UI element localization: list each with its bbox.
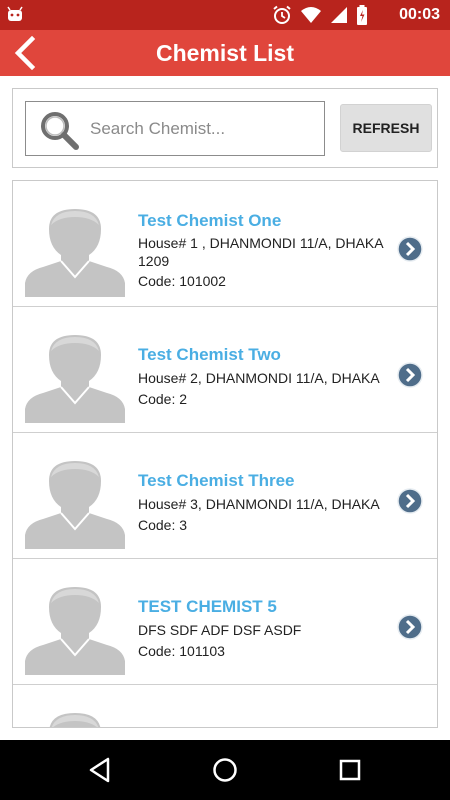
navigation-bar: [0, 740, 450, 800]
chemist-code: Code: 2: [138, 391, 188, 407]
chevron-right-circle-icon[interactable]: [397, 362, 423, 388]
avatar-icon: [25, 461, 125, 549]
list-item[interactable]: [13, 685, 437, 727]
back-triangle-icon[interactable]: [88, 757, 112, 783]
chevron-right-circle-icon[interactable]: [397, 614, 423, 640]
android-icon: [7, 6, 23, 21]
chemist-name: Test Chemist Three: [138, 471, 295, 490]
chemist-address: DFS SDF ADF DSF ASDF: [138, 622, 302, 638]
search-card: REFRESH: [12, 88, 438, 168]
chemist-code: Code: 101103: [138, 643, 225, 659]
search-box[interactable]: [25, 101, 325, 156]
chemist-address: House# 2, DHANMONDI 11/A, DHAKA: [138, 370, 380, 386]
app-bar: Chemist List: [0, 30, 450, 76]
chemist-name: Test Chemist Two: [138, 345, 281, 364]
avatar-icon: [49, 713, 101, 727]
recents-square-icon[interactable]: [338, 757, 362, 783]
chemist-name: Test Chemist One: [138, 211, 282, 230]
signal-icon: [331, 7, 347, 23]
list-item[interactable]: Test Chemist One House# 1 , DHANMONDI 11…: [13, 181, 437, 307]
list-item[interactable]: TEST CHEMIST 5 DFS SDF ADF DSF ASDF Code…: [13, 559, 437, 685]
chevron-right-circle-icon[interactable]: [397, 236, 423, 262]
home-circle-icon[interactable]: [212, 757, 238, 783]
list-item[interactable]: Test Chemist Three House# 3, DHANMONDI 1…: [13, 433, 437, 559]
chemist-address: House# 1 , DHANMONDI 11/A, DHAKA 1209: [138, 235, 383, 269]
wifi-icon: [301, 7, 321, 23]
chevron-right-circle-icon[interactable]: [397, 488, 423, 514]
search-icon: [41, 112, 79, 150]
chemist-code: Code: 3: [138, 517, 188, 533]
chemist-list: Test Chemist One House# 1 , DHANMONDI 11…: [12, 180, 438, 728]
status-time: 00:03: [399, 6, 440, 23]
page-title: Chemist List: [155, 40, 295, 66]
chemist-address: House# 3, DHANMONDI 11/A, DHAKA: [138, 496, 380, 512]
refresh-button[interactable]: REFRESH: [340, 104, 432, 152]
avatar-icon: [25, 587, 125, 675]
chemist-name: TEST CHEMIST 5: [138, 597, 277, 616]
avatar-icon: [25, 209, 125, 297]
status-bar: 00:03: [0, 0, 450, 30]
battery-icon: [357, 5, 367, 25]
chemist-code: Code: 101002: [138, 273, 226, 289]
list-item[interactable]: Test Chemist Two House# 2, DHANMONDI 11/…: [13, 307, 437, 433]
avatar-icon: [25, 335, 125, 423]
search-input[interactable]: [90, 116, 316, 142]
alarm-icon: [273, 5, 291, 24]
